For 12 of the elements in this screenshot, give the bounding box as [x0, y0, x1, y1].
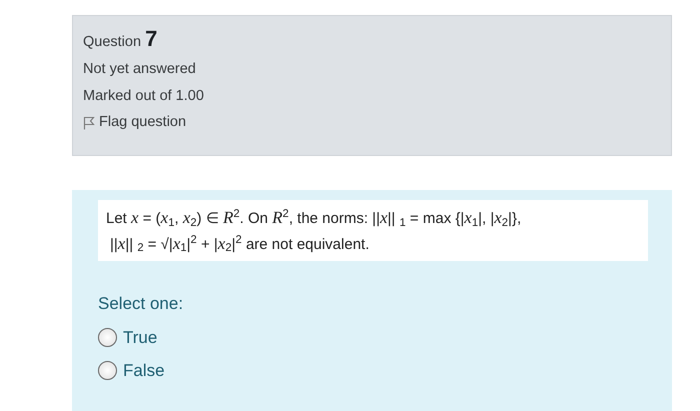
answer-option[interactable]: True — [98, 324, 158, 350]
question-text: ||x|| $_{2}$ = √|x$_{1}$|$^{2}$ + |x$_{2}$|$^{2}$ are not equivalent. — [109, 232, 370, 256]
flag-icon — [83, 116, 95, 130]
answer-option[interactable]: False — [98, 358, 165, 384]
radio-button[interactable] — [98, 361, 117, 380]
status-text: Not yet answered — [83, 61, 197, 79]
radio-button[interactable] — [98, 328, 117, 347]
question-number: Question 7 — [83, 26, 158, 52]
question-text: Let x = (x$_{1}$, x$_{2}$) ∈ R$^{2}$. On R$^{2}$, the norms: ||x|| $_{1}$ = max {|x$_{1}$|, |x$_{2}$|}, — [106, 207, 522, 230]
marks-text: Marked out of 1.00 — [83, 88, 205, 106]
prompt-text: Select one: — [98, 293, 184, 315]
flag-question-link[interactable]: Flag question — [83, 114, 661, 132]
